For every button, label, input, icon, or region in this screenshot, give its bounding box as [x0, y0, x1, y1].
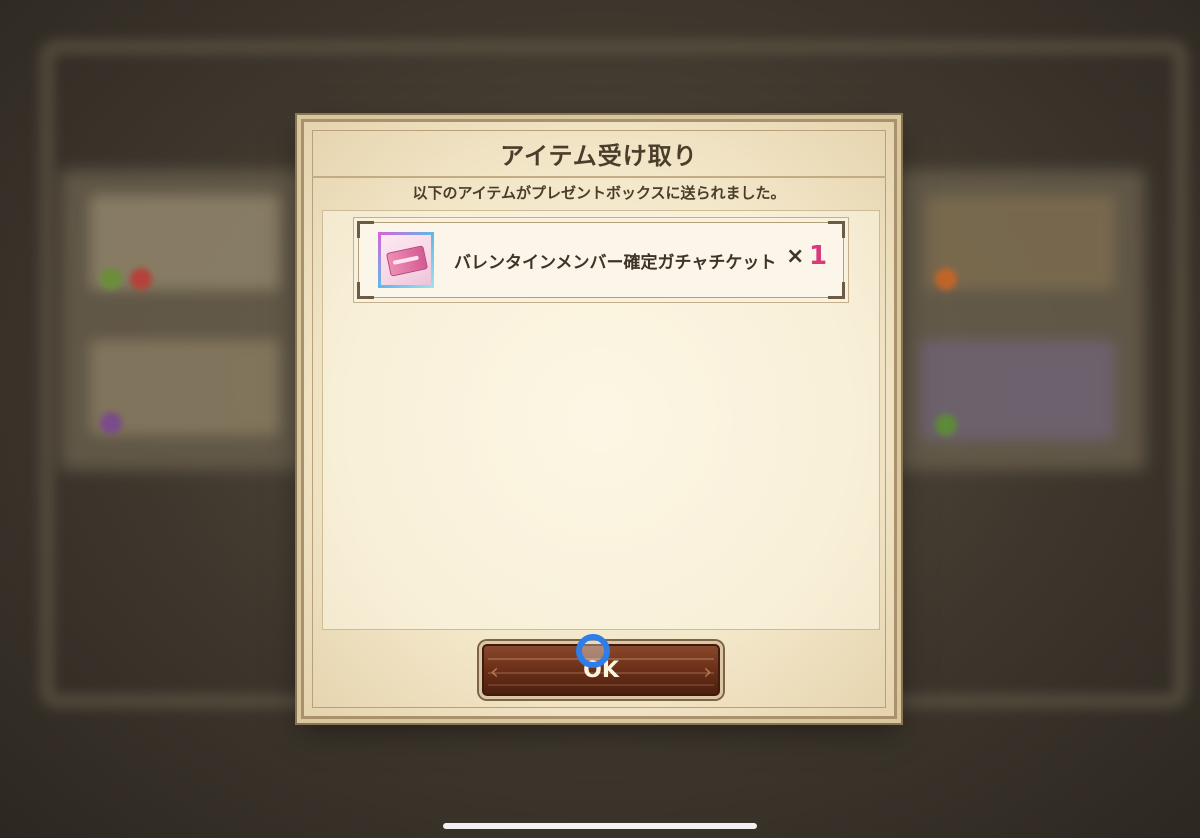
- dialog-message: 以下のアイテムがプレゼントボックスに送られました。: [412, 184, 786, 202]
- received-items-list[interactable]: バレンタインメンバー確定ガチャチケット × 1: [322, 210, 880, 630]
- game-screen: アイテム受け取り 以下のアイテムがプレゼントボックスに送られました。 バレンタイ…: [0, 0, 1200, 838]
- gacha-ticket-icon: [378, 232, 434, 288]
- frame-corner: [357, 282, 374, 299]
- ticket-icon: [385, 245, 429, 277]
- item-name: バレンタインメンバー確定ガチャチケット: [454, 253, 777, 273]
- touch-indicator-icon: [576, 634, 610, 668]
- background-badge: [935, 268, 957, 290]
- frame-corner: [828, 282, 845, 299]
- background-badge: [130, 268, 152, 290]
- home-indicator[interactable]: [443, 823, 757, 829]
- background-badge: [100, 268, 122, 290]
- quantity-times-symbol: ×: [786, 244, 805, 269]
- item-quantity: 1: [809, 241, 828, 271]
- frame-corner: [828, 221, 845, 238]
- background-badge: [100, 412, 122, 434]
- list-item: バレンタインメンバー確定ガチャチケット × 1: [353, 217, 849, 303]
- dialog-title-bar: アイテム受け取り: [312, 130, 886, 178]
- dialog-title: アイテム受け取り: [500, 141, 698, 170]
- item-received-dialog: アイテム受け取り 以下のアイテムがプレゼントボックスに送られました。 バレンタイ…: [301, 119, 897, 719]
- background-badge: [935, 414, 957, 436]
- wood-grain: [488, 684, 714, 686]
- frame-corner: [357, 221, 374, 238]
